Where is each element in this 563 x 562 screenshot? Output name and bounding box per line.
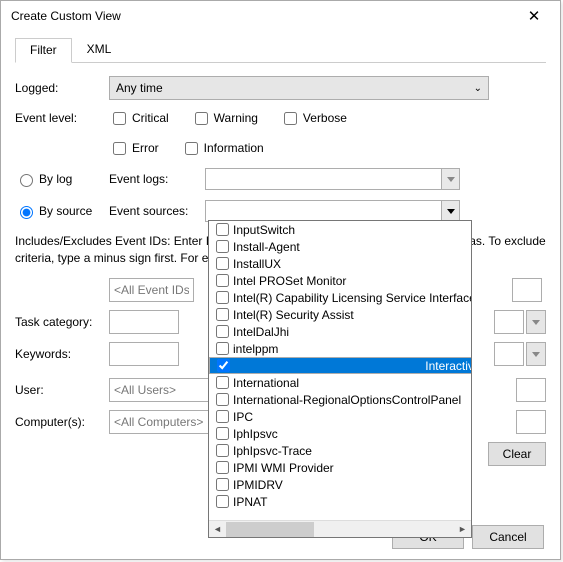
user-box2[interactable] <box>516 378 546 402</box>
label-event-logs: Event logs: <box>109 172 205 186</box>
radio-by-source[interactable]: By source <box>15 203 109 219</box>
dropdown-item-checkbox[interactable] <box>216 478 229 491</box>
checkbox-error[interactable]: Error <box>109 139 159 158</box>
event-ids-input[interactable] <box>109 278 194 302</box>
dropdown-item-label: IntelDalJhi <box>233 325 289 339</box>
dropdown-item[interactable]: Interactive Services detection <box>209 357 471 374</box>
label-logged: Logged: <box>15 81 109 95</box>
event-sources-dropdown-list: InputSwitch Install-Agent InstallUX Intel P… <box>208 220 472 538</box>
event-sources-dropdown[interactable] <box>205 200 460 222</box>
dropdown-item-checkbox[interactable] <box>216 342 229 355</box>
dropdown-item-label: InputSwitch <box>233 223 295 237</box>
checkbox-critical[interactable]: Critical <box>109 109 169 128</box>
task-category-input[interactable] <box>109 310 179 334</box>
chevron-down-icon: ⌄ <box>474 83 482 94</box>
dropdown-item[interactable]: International-RegionalOptionsControlPane… <box>209 391 471 408</box>
dropdown-item[interactable]: IPMIDRV <box>209 476 471 493</box>
scroll-left-icon[interactable]: ◄ <box>209 521 226 538</box>
checkbox-warning[interactable]: Warning <box>191 109 258 128</box>
dropdown-item-label: IPNAT <box>233 495 267 509</box>
close-button[interactable]: ✕ <box>514 7 554 25</box>
dropdown-item-checkbox[interactable] <box>216 444 229 457</box>
dropdown-item[interactable]: IntelDalJhi <box>209 323 471 340</box>
dropdown-item-checkbox[interactable] <box>217 359 230 372</box>
dropdown-item-label: Intel(R) Security Assist <box>233 308 354 322</box>
dropdown-item[interactable]: Intel(R) Capability Licensing Service In… <box>209 289 471 306</box>
dropdown-item-checkbox[interactable] <box>216 291 229 304</box>
keywords-input[interactable] <box>109 342 179 366</box>
radio-by-log[interactable]: By log <box>15 171 109 187</box>
dropdown-item[interactable]: InstallUX <box>209 255 471 272</box>
dropdown-item-checkbox[interactable] <box>216 461 229 474</box>
dropdown-item-label: Install-Agent <box>233 240 300 254</box>
dropdown-item[interactable]: IPC <box>209 408 471 425</box>
dropdown-item-checkbox[interactable] <box>216 223 229 236</box>
dropdown-item[interactable]: Intel(R) Security Assist <box>209 306 471 323</box>
tab-xml[interactable]: XML <box>72 37 127 62</box>
checkbox-verbose[interactable]: Verbose <box>280 109 347 128</box>
dropdown-item-checkbox[interactable] <box>216 393 229 406</box>
dropdown-item-checkbox[interactable] <box>216 376 229 389</box>
dropdown-item[interactable]: intelppm <box>209 340 471 357</box>
scroll-right-icon[interactable]: ► <box>454 521 471 538</box>
dropdown-item[interactable]: InputSwitch <box>209 221 471 238</box>
chevron-down-icon <box>441 201 459 221</box>
dropdown-item-checkbox[interactable] <box>216 410 229 423</box>
keywords-box2[interactable] <box>494 342 524 366</box>
label-event-sources: Event sources: <box>109 204 205 218</box>
window-title: Create Custom View <box>11 9 514 23</box>
dropdown-item[interactable]: IPMI WMI Provider <box>209 459 471 476</box>
label-task-category: Task category: <box>15 315 109 329</box>
dropdown-item-label: intelppm <box>233 342 278 356</box>
task-category-box2[interactable] <box>494 310 524 334</box>
logged-dropdown[interactable]: Any time ⌄ <box>109 76 489 100</box>
logged-value: Any time <box>116 81 163 95</box>
dialog-window: Create Custom View ✕ Filter XML Logged: … <box>0 0 561 560</box>
dropdown-item-label: Interactive Services detection <box>425 359 471 373</box>
dropdown-item-checkbox[interactable] <box>216 427 229 440</box>
dropdown-item-checkbox[interactable] <box>216 308 229 321</box>
dropdown-item[interactable]: International <box>209 374 471 391</box>
dropdown-item[interactable]: Intel PROSet Monitor <box>209 272 471 289</box>
clear-button[interactable]: Clear <box>488 442 546 466</box>
dropdown-item-label: IPMIDRV <box>233 478 283 492</box>
computers-box2[interactable] <box>516 410 546 434</box>
cancel-button[interactable]: Cancel <box>472 525 544 549</box>
chevron-down-icon <box>441 169 459 189</box>
dropdown-item-label: InstallUX <box>233 257 281 271</box>
dropdown-item-checkbox[interactable] <box>216 240 229 253</box>
event-logs-dropdown[interactable] <box>205 168 460 190</box>
dropdown-item-checkbox[interactable] <box>216 257 229 270</box>
dropdown-item[interactable]: IphIpsvc-Trace <box>209 442 471 459</box>
checkbox-information[interactable]: Information <box>181 139 264 158</box>
dropdown-item-label: Intel PROSet Monitor <box>233 274 346 288</box>
dropdown-item-label: Intel(R) Capability Licensing Service In… <box>233 291 471 305</box>
id-end-input[interactable] <box>512 278 542 302</box>
dropdown-item-label: International-RegionalOptionsControlPane… <box>233 393 461 407</box>
label-user: User: <box>15 383 109 397</box>
dropdown-item-label: International <box>233 376 299 390</box>
dropdown-item-checkbox[interactable] <box>216 274 229 287</box>
title-bar: Create Custom View ✕ <box>1 1 560 31</box>
task-category-dropdown-button[interactable] <box>526 310 546 334</box>
tabs: Filter XML <box>15 37 546 63</box>
dropdown-item-checkbox[interactable] <box>216 325 229 338</box>
dropdown-item-label: IPMI WMI Provider <box>233 461 334 475</box>
dropdown-item[interactable]: IphIpsvc <box>209 425 471 442</box>
label-computers: Computer(s): <box>15 415 109 429</box>
label-keywords: Keywords: <box>15 347 109 361</box>
scrollbar-thumb[interactable] <box>226 522 314 537</box>
label-event-level: Event level: <box>15 111 109 125</box>
tab-filter[interactable]: Filter <box>15 38 72 63</box>
dropdown-item[interactable]: IPNAT <box>209 493 471 510</box>
dropdown-item-label: IPC <box>233 410 253 424</box>
dropdown-item[interactable]: Install-Agent <box>209 238 471 255</box>
dropdown-item-checkbox[interactable] <box>216 495 229 508</box>
dropdown-item-label: IphIpsvc-Trace <box>233 444 312 458</box>
keywords-dropdown-button[interactable] <box>526 342 546 366</box>
horizontal-scrollbar[interactable]: ◄ ► <box>209 520 471 537</box>
dropdown-item-label: IphIpsvc <box>233 427 278 441</box>
